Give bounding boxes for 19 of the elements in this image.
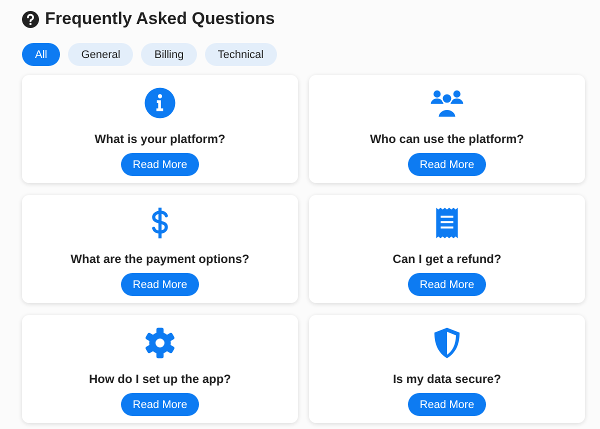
read-more-button[interactable]: Read More — [408, 153, 486, 176]
read-more-button[interactable]: Read More — [120, 153, 200, 176]
read-more-button[interactable]: Read More — [120, 273, 200, 296]
filter-tab[interactable]: Billing — [141, 43, 197, 66]
faq-question: Who can use the platform? — [370, 132, 524, 146]
filter-tab[interactable]: General — [68, 43, 134, 66]
help-icon — [22, 10, 39, 28]
read-more-button[interactable]: Read More — [408, 273, 486, 296]
filter-tab[interactable]: All — [22, 43, 60, 66]
faq-question: What are the payment options? — [70, 252, 250, 266]
faq-question: How do I set up the app? — [89, 372, 231, 386]
filter-tab[interactable]: Technical — [204, 43, 277, 66]
info-icon — [142, 85, 178, 121]
faq-question: Can I get a refund? — [392, 252, 502, 266]
read-more-button[interactable]: Read More — [408, 393, 486, 416]
read-more-button[interactable]: Read More — [120, 393, 200, 416]
page-title: Frequently Asked Questions — [45, 9, 275, 29]
faq-question: Is my data secure? — [392, 372, 502, 386]
faq-question: What is your platform? — [94, 132, 226, 146]
